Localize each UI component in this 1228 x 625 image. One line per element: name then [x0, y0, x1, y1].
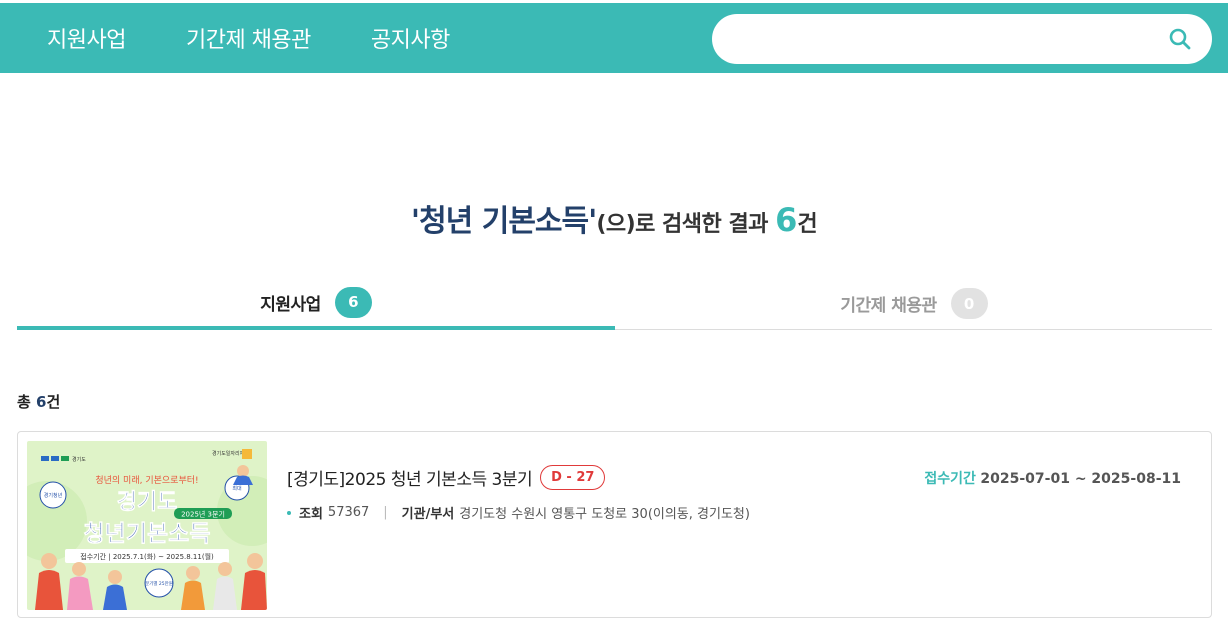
total-number: 6: [36, 393, 47, 411]
poster-bubble-1: 경기청년: [44, 492, 63, 499]
program-poster-image[interactable]: 경기도 경기도일자리재단 청년의 미래, 기본으로부터! 경기도 2025년 3…: [27, 441, 267, 610]
search-icon[interactable]: [1168, 27, 1192, 51]
search-result-count: 6: [775, 201, 798, 239]
tab-temporary-jobs[interactable]: 기간제 채용관 0: [615, 278, 1213, 329]
program-meta: 조회 57367 | 기관/부서 경기도청 수원시 영통구 도청로 30(이의동…: [287, 503, 750, 522]
poster-bubble-2: 최대: [232, 485, 242, 492]
search-result-heading: '청년 기본소득'(으)로 검색한 결과 6건: [0, 196, 1228, 240]
nav-item-notices[interactable]: 공지사항: [371, 22, 450, 54]
meta-separator: |: [383, 505, 388, 520]
search-input[interactable]: [736, 14, 1156, 64]
total-unit: 건: [46, 393, 61, 411]
search-box: [712, 14, 1212, 64]
search-result-unit: 건: [797, 212, 818, 237]
nav-item-support-programs[interactable]: 지원사업: [47, 22, 126, 54]
poster-quarter: 2025년 3분기: [181, 510, 225, 519]
tab-support-programs[interactable]: 지원사업 6: [17, 278, 615, 330]
views-value: 57367: [327, 505, 370, 520]
application-period: 접수기간 2025-07-01 ~ 2025-08-11: [924, 468, 1181, 488]
top-nav-bar: 지원사업 기간제 채용관 공지사항: [0, 3, 1228, 73]
poster-title-2: 청년기본소득: [84, 521, 211, 547]
search-query: '청년 기본소득': [410, 204, 597, 239]
card-title-row: [경기도]2025 청년 기본소득 3분기 D - 27: [287, 465, 606, 490]
poster-title-1: 경기도: [117, 490, 178, 515]
poster-logo-text: 경기도: [72, 456, 86, 463]
search-result-text: (으)로 검색한 결과: [596, 212, 776, 237]
poster-period: 접수기간 | 2025.7.1(화) ~ 2025.8.11(월): [80, 552, 214, 561]
tab-label: 지원사업: [260, 294, 321, 315]
org-label: 기관/부서: [401, 507, 455, 522]
total-count: 총 6건: [17, 391, 60, 412]
org-value: 경기도청 수원시 영통구 도청로 30(이의동, 경기도청): [459, 507, 750, 522]
count-badge: 6: [334, 286, 372, 318]
program-title-link[interactable]: [경기도]2025 청년 기본소득 3분기: [287, 465, 533, 490]
tab-label: 기간제 채용관: [840, 296, 937, 316]
total-prefix: 총: [17, 393, 37, 411]
count-badge: 0: [950, 288, 988, 319]
poster-slogan: 청년의 미래, 기본으로부터!: [95, 475, 198, 486]
bullet-icon: [287, 510, 291, 515]
period-value: 2025-07-01 ~ 2025-08-11: [980, 471, 1181, 487]
list-item[interactable]: 경기도 경기도일자리재단 청년의 미래, 기본으로부터! 경기도 2025년 3…: [17, 431, 1212, 618]
dday-badge: D - 27: [540, 465, 606, 490]
nav-item-temporary-jobs[interactable]: 기간제 채용관: [186, 22, 311, 54]
main-nav: 지원사업 기간제 채용관 공지사항: [47, 3, 450, 73]
views-label: 조회: [299, 507, 323, 522]
result-tabs: 지원사업 6 기간제 채용관 0: [17, 278, 1212, 330]
poster-bubble-3: 분기별 25만원: [145, 580, 173, 587]
period-label: 접수기간: [924, 471, 976, 487]
